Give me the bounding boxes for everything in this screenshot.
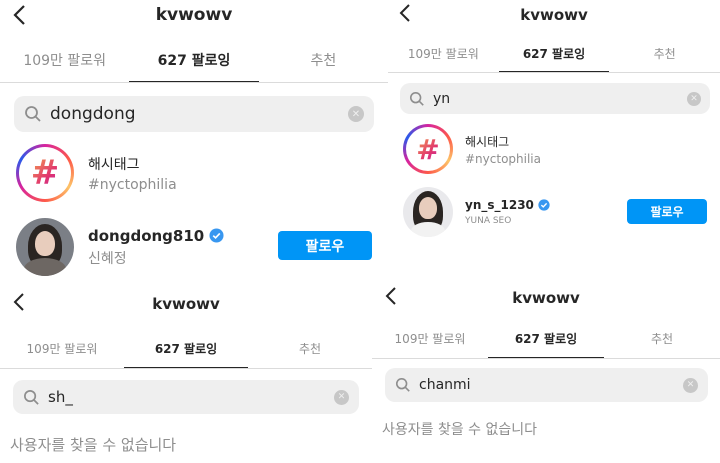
tab-divider xyxy=(0,368,372,369)
profile-title: kvwowv xyxy=(155,5,233,25)
result-fullname: 신혜정 xyxy=(88,250,127,267)
tab-following[interactable]: 627 팔로잉 xyxy=(488,322,604,358)
panel-top-right: kvwowv 109만 팔로워 627 팔로잉 추천 ✕ # 해시태그 #nyc… xyxy=(388,0,720,282)
search-input[interactable] xyxy=(433,90,687,107)
search-input[interactable] xyxy=(48,388,334,406)
tab-divider xyxy=(0,82,388,83)
search-input[interactable] xyxy=(50,104,348,124)
tab-followers[interactable]: 109만 팔로워 xyxy=(0,42,129,82)
result-name: 해시태그 xyxy=(88,156,140,173)
tab-following[interactable]: 627 팔로잉 xyxy=(124,332,248,368)
avatar xyxy=(16,218,74,276)
empty-state-text: 사용자를 찾을 수 없습니다 xyxy=(10,436,177,454)
panel-top-left: kvwowv 109만 팔로워 627 팔로잉 추천 ✕ # 해시태그 #nyc… xyxy=(0,0,388,282)
hashtag-icon: # xyxy=(403,124,453,174)
follow-button[interactable]: 팔로우 xyxy=(278,231,372,260)
tab-followers[interactable]: 109만 팔로워 xyxy=(0,332,124,368)
result-fullname: YUNA SEO xyxy=(465,216,512,226)
tab-suggested[interactable]: 추천 xyxy=(604,322,720,358)
search-icon xyxy=(395,377,410,392)
result-subtitle: #nyctophilia xyxy=(465,151,541,166)
search-bar[interactable]: ✕ xyxy=(400,83,710,114)
empty-state-text: 사용자를 찾을 수 없습니다 xyxy=(382,422,538,438)
tab-bar: 109만 팔로워 627 팔로잉 추천 xyxy=(388,38,720,72)
profile-title: kvwowv xyxy=(512,289,580,307)
tab-bar: 109만 팔로워 627 팔로잉 추천 xyxy=(0,42,388,82)
search-icon xyxy=(25,106,41,122)
tab-suggested[interactable]: 추천 xyxy=(259,42,388,82)
profile-title: kvwowv xyxy=(520,6,588,24)
tab-bar: 109만 팔로워 627 팔로잉 추천 xyxy=(372,322,720,358)
tab-suggested[interactable]: 추천 xyxy=(609,38,720,72)
result-username: yn_s_1230 xyxy=(465,198,534,212)
search-bar[interactable]: ✕ xyxy=(14,96,374,132)
avatar xyxy=(403,187,453,237)
tab-divider xyxy=(372,358,720,359)
clear-icon[interactable]: ✕ xyxy=(683,377,698,393)
verified-badge-icon xyxy=(209,228,224,243)
search-icon xyxy=(409,91,424,106)
panel-bottom-right: kvwowv 109만 팔로워 627 팔로잉 추천 ✕ 사용자를 찾을 수 없… xyxy=(372,282,720,463)
tab-divider xyxy=(388,72,720,73)
search-bar[interactable]: ✕ xyxy=(385,368,708,402)
tab-followers[interactable]: 109만 팔로워 xyxy=(372,322,488,358)
list-item[interactable]: # 해시태그 #nyctophilia xyxy=(0,144,388,202)
search-icon xyxy=(24,389,39,405)
result-subtitle: #nyctophilia xyxy=(88,176,177,193)
profile-title: kvwowv xyxy=(152,295,220,313)
tab-suggested[interactable]: 추천 xyxy=(248,332,372,368)
result-username: dongdong810 xyxy=(88,226,205,245)
tab-bar: 109만 팔로워 627 팔로잉 추천 xyxy=(0,332,372,368)
verified-badge-icon xyxy=(538,199,550,211)
search-input[interactable] xyxy=(419,377,683,393)
tab-following[interactable]: 627 팔로잉 xyxy=(498,38,610,72)
clear-icon[interactable]: ✕ xyxy=(687,91,701,106)
clear-icon[interactable]: ✕ xyxy=(334,389,349,405)
tab-following[interactable]: 627 팔로잉 xyxy=(129,42,259,82)
follow-button[interactable]: 팔로우 xyxy=(627,199,707,224)
tab-followers[interactable]: 109만 팔로워 xyxy=(388,38,499,72)
result-name: 해시태그 xyxy=(465,134,510,149)
list-item[interactable]: # 해시태그 #nyctophilia xyxy=(388,124,720,174)
search-bar[interactable]: ✕ xyxy=(13,380,359,414)
hashtag-icon: # xyxy=(16,144,74,202)
clear-icon[interactable]: ✕ xyxy=(348,106,364,122)
panel-bottom-left: kvwowv 109만 팔로워 627 팔로잉 추천 ✕ 사용자를 찾을 수 없… xyxy=(0,282,372,463)
